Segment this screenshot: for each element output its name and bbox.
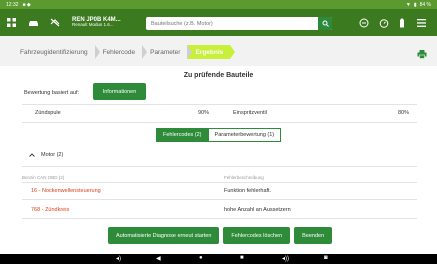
clear-fault-codes-button[interactable]: Fehlercodes löschen [223,227,291,244]
table-header: Benzin CAN OBD (2) Fehlerbeschreibung [22,173,417,183]
component-name: Einspritzventil [233,110,267,116]
basis-label: Bewertung basiert auf: [24,90,80,96]
action-bar: Automatisierte Diagnose erneut starten F… [108,227,333,244]
screenshot-icon[interactable]: ◙ [324,255,328,261]
fault-code[interactable]: 16 - Nockenwellensteuerung [31,188,101,194]
status-time: 12:32 [6,1,19,8]
recents-icon[interactable]: ■ [240,255,244,261]
status-bar: 12:32 ■ ◆ ▼ ▮ 84 % [0,0,437,9]
page-title: Zu prüfende Bauteile [183,72,254,79]
divider [22,122,417,123]
exit-button[interactable]: Beenden [294,227,333,244]
battery-status-icon[interactable] [395,16,409,30]
chevron-up-icon [29,153,35,157]
grid-menu-icon[interactable] [0,9,22,36]
breadcrumb: Fahrzeugidentifizierung Fehlercode Param… [18,45,236,59]
breadcrumb-fault-code[interactable]: Fehlercode [94,45,147,59]
table-row[interactable]: 16 - Nockenwellensteuerung Funktion fehl… [22,183,417,200]
breadcrumb-result[interactable]: Ergebnis [187,45,236,59]
component-percent: 80% [398,110,410,116]
breadcrumb-bar: Fahrzeugidentifizierung Fehlercode Param… [0,36,437,66]
vehicle-info: REN JP0B K4M... Renault Modus 1.6... [72,17,121,29]
vehicle-model: Renault Modus 1.6... [72,22,114,28]
table-row[interactable]: 768 - Zündkreis hohe Anzahl an Aussetzer… [22,202,417,219]
battery-icon: ▮ [413,1,417,8]
notification-icon: ■ ◆ [22,1,31,8]
wifi-icon: ▼ [405,1,411,8]
stopwatch-icon[interactable] [377,16,391,30]
component-percent: 90% [198,110,210,116]
search-icon [322,20,329,27]
status-battery: 84 % [419,1,431,8]
car-icon[interactable] [22,9,44,36]
hamburger-menu-icon[interactable] [414,16,428,30]
app-bar: REN JP0B K4M... Renault Modus 1.6... [0,9,437,36]
information-button[interactable]: Informationen [93,83,146,100]
back-icon[interactable]: ◀ [156,255,161,262]
print-icon[interactable] [417,46,427,59]
divider [22,104,417,105]
no-connection-icon[interactable] [44,9,66,36]
tab-fault-codes[interactable]: Fehlercodes (2) [156,128,209,142]
volume-up-icon[interactable]: ◂)) [282,255,289,262]
fault-code[interactable]: 768 - Zündkreis [31,207,69,213]
minus-circle-icon[interactable] [357,16,371,30]
group-label: Motor (2) [41,152,64,158]
divider [22,166,417,167]
volume-down-icon[interactable]: ◂) [116,255,121,262]
fault-description: hohe Anzahl an Aussetzern [224,207,291,213]
search-input[interactable] [146,17,316,30]
breadcrumb-parameter[interactable]: Parameter [142,45,193,59]
home-icon[interactable]: ● [199,255,203,261]
navigation-bar: ◂) ◀ ● ■ ◂)) ◙ [0,254,437,264]
column-header-protocol: Benzin CAN OBD (2) [22,175,65,180]
column-header-description: Fehlerbeschreibung [224,175,264,180]
tab-parameter-evaluation[interactable]: Parameterbewertung (1) [208,128,282,142]
restart-diagnosis-button[interactable]: Automatisierte Diagnose erneut starten [108,227,220,244]
search-button[interactable] [318,17,332,30]
component-name: Zündspule [35,110,61,116]
breadcrumb-vehicle-identification[interactable]: Fahrzeugidentifizierung [18,45,100,59]
component-search [146,17,332,30]
result-tabs: Fehlercodes (2) Parameterbewertung (1) [156,128,282,142]
group-header-motor[interactable]: Motor (2) [29,152,63,158]
fault-description: Funktion fehlerhaft. [224,188,272,194]
